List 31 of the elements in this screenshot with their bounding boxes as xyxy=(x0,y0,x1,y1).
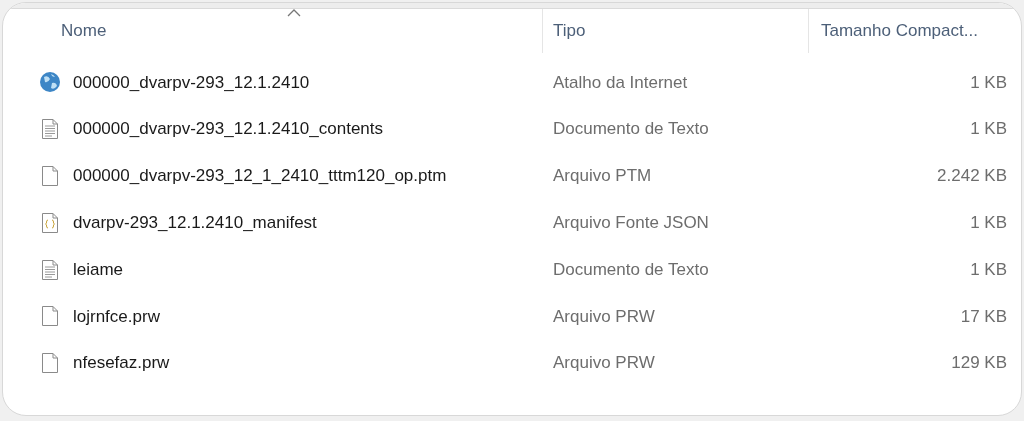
file-type: Documento de Texto xyxy=(553,259,709,279)
file-type: Arquivo PRW xyxy=(553,306,655,326)
file-icon xyxy=(41,305,59,328)
file-size: 129 KB xyxy=(951,352,1007,375)
file-name[interactable]: nfesefaz.prw xyxy=(73,350,170,376)
file-name[interactable]: dvarpv-293_12.1.2410_manifest xyxy=(73,210,317,236)
file-type: Arquivo Fonte JSON xyxy=(553,213,709,233)
file-size: 1 KB xyxy=(970,258,1007,281)
json-file-icon xyxy=(41,211,59,234)
file-type: Documento de Texto xyxy=(553,119,709,139)
file-size: 17 KB xyxy=(960,305,1007,328)
file-name[interactable]: 000000_dvarpv-293_12.1.2410_contents xyxy=(73,116,384,142)
text-file-icon xyxy=(41,258,59,281)
file-icon xyxy=(41,165,59,187)
file-name[interactable]: leiame xyxy=(73,256,124,283)
globe-icon xyxy=(39,71,61,94)
file-size: 2.242 KB xyxy=(937,165,1007,188)
text-file-icon xyxy=(41,118,59,141)
column-header[interactable]: Tamanho Compact... xyxy=(809,9,1021,53)
file-size: 1 KB xyxy=(970,212,1007,235)
file-size: 1 KB xyxy=(970,71,1007,94)
file-name[interactable]: lojrnfce.prw xyxy=(73,303,160,330)
column-header[interactable]: Nome xyxy=(3,9,543,53)
file-type: Arquivo PRW xyxy=(553,353,655,373)
file-size: 1 KB xyxy=(970,118,1007,141)
file-icon xyxy=(41,352,59,375)
file-name[interactable]: 000000_dvarpv-293_12.1.2410 xyxy=(73,69,310,96)
file-type: Arquivo PTM xyxy=(553,166,652,186)
file-name[interactable]: 000000_dvarpv-293_12_1_2410_tttm120_op.ptm xyxy=(73,163,447,189)
file-type: Atalho da Internet xyxy=(553,72,688,92)
column-header[interactable]: Tipo xyxy=(543,9,809,53)
